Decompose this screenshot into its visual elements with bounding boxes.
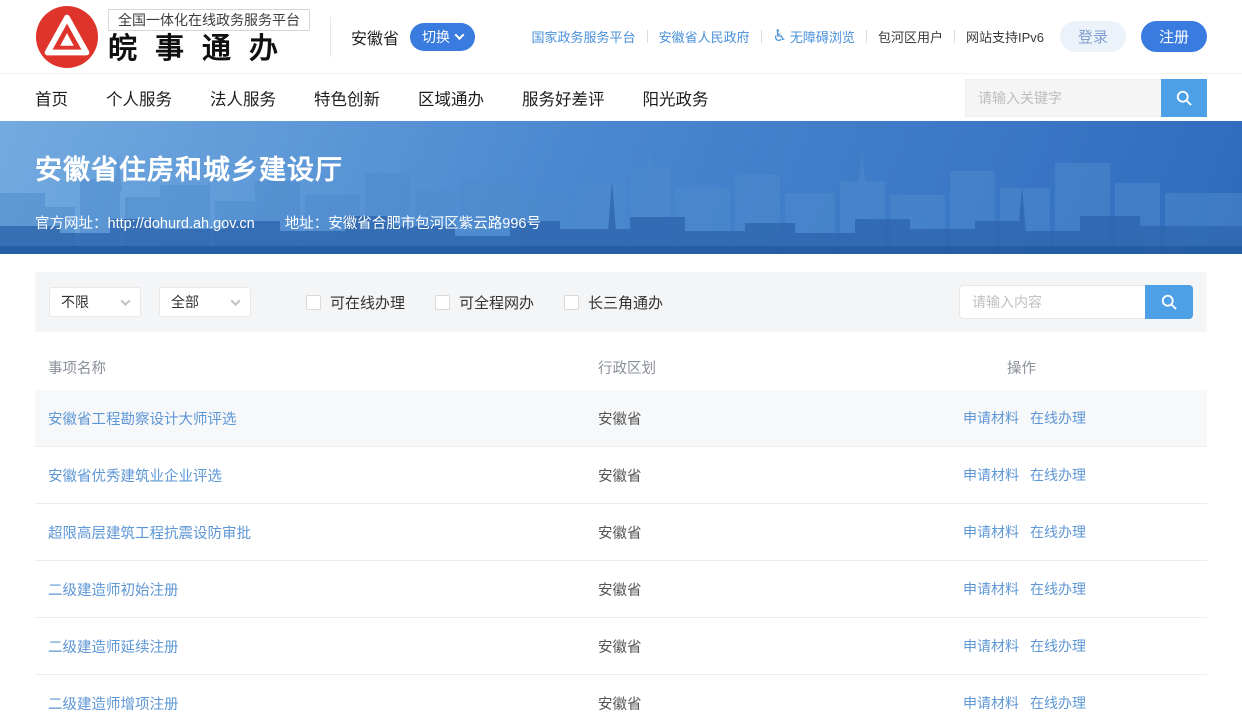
filter-checkbox-fully-online[interactable]: 可全程网办	[435, 292, 534, 313]
divider	[761, 30, 762, 43]
search-icon	[1174, 88, 1194, 108]
region-group: 安徽省 切换	[330, 17, 475, 57]
column-header-actions: 操作	[963, 357, 1194, 378]
item-name-link[interactable]: 安徽省优秀建筑业企业评选	[48, 465, 598, 486]
table-row: 二级建造师增项注册 安徽省 申请材料 在线办理	[35, 675, 1207, 727]
department-website: 官方网址：http://dohurd.ah.gov.cn	[35, 212, 255, 233]
login-button[interactable]: 登录	[1060, 21, 1126, 52]
table-header: 事项名称 行政区划 操作	[35, 345, 1207, 390]
filter-search	[959, 285, 1193, 319]
checkbox-icon[interactable]	[564, 295, 579, 310]
apply-materials-link[interactable]: 申请材料	[963, 408, 1019, 428]
filter-bar: 不限 全部 可在线办理 可全程网办 长三角通办	[35, 272, 1207, 332]
table-row: 二级建造师延续注册 安徽省 申请材料 在线办理	[35, 618, 1207, 675]
nav-item-home[interactable]: 首页	[35, 86, 68, 110]
link-national-platform[interactable]: 国家政务服务平台	[532, 27, 636, 46]
region-switch-button[interactable]: 切换	[410, 23, 475, 51]
main-content: 不限 全部 可在线办理 可全程网办 长三角通办	[35, 272, 1207, 727]
apply-materials-link[interactable]: 申请材料	[963, 522, 1019, 542]
filter-checkbox-yangtze-delta[interactable]: 长三角通办	[564, 292, 663, 313]
department-banner: 安徽省住房和城乡建设厅 官方网址：http://dohurd.ah.gov.cn…	[0, 121, 1242, 254]
chevron-down-icon	[121, 296, 131, 306]
item-name-link[interactable]: 二级建造师增项注册	[48, 693, 598, 714]
apply-materials-link[interactable]: 申请材料	[963, 693, 1019, 713]
online-handle-link[interactable]: 在线办理	[1030, 408, 1086, 428]
column-header-region: 行政区划	[598, 357, 963, 378]
site-header: 全国一体化在线政务服务平台 皖事通办 安徽省 切换 国家政务服务平台 安徽省人民…	[0, 0, 1242, 73]
nav-item-open-government[interactable]: 阳光政务	[643, 86, 709, 110]
apply-materials-link[interactable]: 申请材料	[963, 636, 1019, 656]
site-name: 皖事通办	[108, 34, 310, 64]
nav-search-input[interactable]	[965, 79, 1161, 117]
filter-dropdown-scope[interactable]: 不限	[49, 287, 141, 317]
apply-materials-link[interactable]: 申请材料	[963, 579, 1019, 599]
region-value: 安徽省	[598, 522, 963, 543]
divider	[866, 30, 867, 43]
filter-dropdown-category[interactable]: 全部	[159, 287, 251, 317]
link-district-user[interactable]: 包河区用户	[878, 27, 943, 46]
apply-materials-link[interactable]: 申请材料	[963, 465, 1019, 485]
online-handle-link[interactable]: 在线办理	[1030, 693, 1086, 713]
register-button[interactable]: 注册	[1141, 21, 1207, 52]
department-title: 安徽省住房和城乡建设厅	[35, 121, 1207, 187]
divider	[647, 30, 648, 43]
filter-checkbox-online[interactable]: 可在线办理	[306, 292, 405, 313]
nav-item-legal-services[interactable]: 法人服务	[210, 86, 276, 110]
item-name-link[interactable]: 安徽省工程勘察设计大师评选	[48, 408, 598, 429]
ipv6-badge: 网站支持IPv6	[966, 27, 1044, 46]
chevron-down-icon	[231, 296, 241, 306]
main-nav: 首页 个人服务 法人服务 特色创新 区域通办 服务好差评 阳光政务	[0, 73, 1242, 121]
table-row: 安徽省工程勘察设计大师评选 安徽省 申请材料 在线办理	[35, 390, 1207, 447]
divider	[954, 30, 955, 43]
nav-item-service-rating[interactable]: 服务好差评	[522, 86, 605, 110]
region-value: 安徽省	[598, 579, 963, 600]
region-value: 安徽省	[598, 408, 963, 429]
item-name-link[interactable]: 二级建造师初始注册	[48, 579, 598, 600]
table-row: 二级建造师初始注册 安徽省 申请材料 在线办理	[35, 561, 1207, 618]
nav-item-featured-innovation[interactable]: 特色创新	[314, 86, 380, 110]
online-handle-link[interactable]: 在线办理	[1030, 465, 1086, 485]
items-table: 事项名称 行政区划 操作 安徽省工程勘察设计大师评选 安徽省 申请材料 在线办理…	[35, 345, 1207, 727]
link-anhui-gov[interactable]: 安徽省人民政府	[659, 27, 750, 46]
region-value: 安徽省	[598, 693, 963, 714]
nav-item-regional[interactable]: 区域通办	[418, 86, 484, 110]
item-name-link[interactable]: 超限高层建筑工程抗震设防审批	[48, 522, 598, 543]
online-handle-link[interactable]: 在线办理	[1030, 579, 1086, 599]
department-address: 地址：安徽省合肥市包河区紫云路996号	[285, 212, 541, 233]
checkbox-icon[interactable]	[435, 295, 450, 310]
logo-text: 全国一体化在线政务服务平台 皖事通办	[108, 9, 310, 64]
online-handle-link[interactable]: 在线办理	[1030, 636, 1086, 656]
region-value: 安徽省	[598, 465, 963, 486]
nav-search-button[interactable]	[1161, 79, 1207, 117]
link-accessibility[interactable]: ♿ 无障碍浏览	[773, 27, 855, 46]
table-row: 安徽省优秀建筑业企业评选 安徽省 申请材料 在线办理	[35, 447, 1207, 504]
search-icon	[1159, 292, 1179, 312]
chevron-down-icon	[455, 30, 465, 40]
region-label: 安徽省	[351, 25, 399, 49]
site-logo[interactable]	[35, 5, 99, 69]
column-header-item-name: 事项名称	[48, 357, 598, 378]
filter-search-button[interactable]	[1145, 285, 1193, 319]
platform-badge: 全国一体化在线政务服务平台	[108, 9, 310, 31]
table-row: 超限高层建筑工程抗震设防审批 安徽省 申请材料 在线办理	[35, 504, 1207, 561]
item-name-link[interactable]: 二级建造师延续注册	[48, 636, 598, 657]
nav-search	[965, 79, 1207, 117]
online-handle-link[interactable]: 在线办理	[1030, 522, 1086, 542]
wheelchair-icon: ♿	[773, 29, 787, 45]
region-value: 安徽省	[598, 636, 963, 657]
checkbox-icon[interactable]	[306, 295, 321, 310]
filter-search-input[interactable]	[959, 285, 1145, 319]
nav-item-personal-services[interactable]: 个人服务	[106, 86, 172, 110]
header-links: 国家政务服务平台 安徽省人民政府 ♿ 无障碍浏览 包河区用户 网站支持IPv6 …	[532, 21, 1207, 52]
